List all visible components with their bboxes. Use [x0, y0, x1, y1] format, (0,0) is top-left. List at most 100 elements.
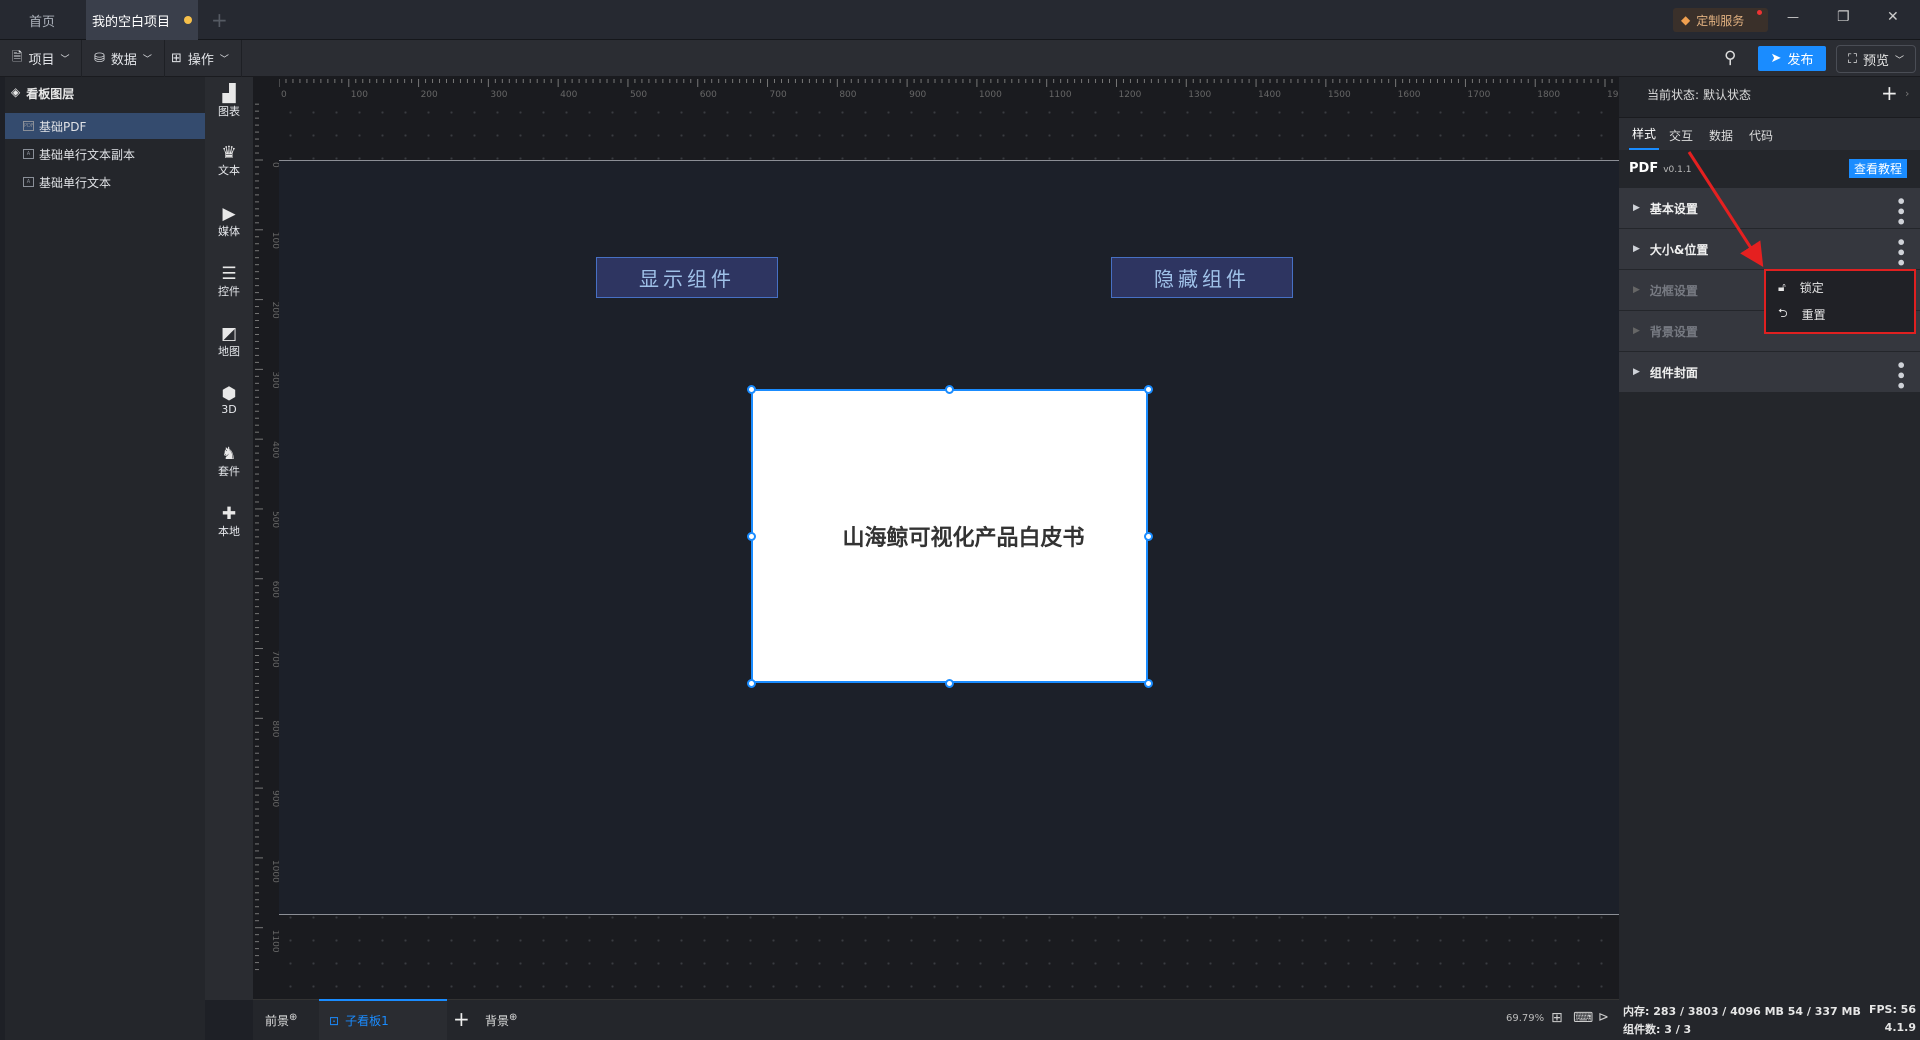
- ruler-label: 1800: [1537, 90, 1560, 100]
- send-icon: ➤: [1770, 51, 1782, 66]
- category-icon: ▟: [222, 84, 236, 104]
- state-row: 当前状态: 默认状态: [1647, 86, 1752, 103]
- search-icon[interactable]: ⚲: [1724, 48, 1736, 68]
- resize-handle[interactable]: [746, 384, 756, 394]
- more-icon[interactable]: •••: [1891, 237, 1910, 268]
- resize-handle[interactable]: [945, 678, 954, 688]
- component-category[interactable]: ☰ 控件: [205, 265, 253, 299]
- chevron-down-icon: ﹀: [142, 55, 152, 65]
- ruler-label: 0: [270, 162, 279, 168]
- layer-item[interactable]: PDF 基础PDF: [5, 113, 205, 139]
- component-category[interactable]: ◩ 地图: [205, 325, 253, 359]
- board-icon: ⊡: [329, 1013, 340, 1028]
- tutorial-button[interactable]: 查看教程: [1849, 159, 1907, 178]
- memory-usage: 内存: 283 / 3803 / 4096 MB 54 / 337 MB: [1623, 1005, 1861, 1018]
- ruler-label: 200: [421, 90, 438, 100]
- more-icon[interactable]: •••: [1891, 360, 1910, 391]
- ruler-label: 1500: [1328, 90, 1351, 100]
- minimize-button[interactable]: —: [1787, 10, 1799, 24]
- menu-project[interactable]: 🗎 项目 ﹀: [0, 40, 83, 77]
- notification-dot: [1757, 10, 1762, 15]
- add-circle-icon[interactable]: ⊕: [289, 1012, 297, 1023]
- bottom-bar: 前景⊕ ⊡ 子看板1 + 背景⊕ 69.79% ⊞ ⌨ ⊳: [253, 999, 1619, 1040]
- ruler-label: 1000: [270, 860, 279, 883]
- tab-interaction[interactable]: 交互: [1669, 127, 1693, 144]
- restore-button[interactable]: ❐: [1837, 9, 1850, 25]
- caret-right-icon: ▶: [1633, 285, 1640, 295]
- ruler-label: 1600: [1398, 90, 1421, 100]
- menu-data[interactable]: ⛁ 数据 ﹀: [82, 40, 165, 77]
- resize-handle[interactable]: [1143, 384, 1153, 394]
- settings-section[interactable]: ▶ 组件封面 •••: [1619, 352, 1920, 392]
- menu-operation[interactable]: ⊞ 操作 ﹀: [159, 40, 242, 77]
- caret-right-icon: ▶: [1633, 203, 1640, 213]
- add-circle-icon[interactable]: ⊕: [509, 1012, 517, 1023]
- resize-handle[interactable]: [1143, 531, 1153, 541]
- properties-panel: 当前状态: 默认状态 + › 样式 交互 数据 代码 PDF v0.1.1 查看教程…: [1619, 77, 1920, 1000]
- custom-service-button[interactable]: ◆ 定制服务: [1673, 8, 1768, 32]
- keyboard-icon[interactable]: ⌨: [1573, 1010, 1593, 1026]
- ruler-label: 900: [270, 790, 279, 807]
- hide-component-button[interactable]: 隐藏组件: [1111, 257, 1293, 298]
- ruler-label: 1700: [1467, 90, 1490, 100]
- ruler-label: 400: [270, 441, 279, 458]
- component-category[interactable]: ▟ 图表: [205, 85, 253, 119]
- settings-section[interactable]: ▶ 大小&位置 •••: [1619, 229, 1920, 269]
- category-icon: ☰: [221, 264, 237, 284]
- ruler-label: 500: [630, 90, 647, 100]
- caret-right-icon: ▶: [1633, 326, 1640, 336]
- preview-button[interactable]: ⛶ 预览 ﹀: [1836, 45, 1916, 73]
- pdf-component[interactable]: 山海鲸可视化产品白皮书: [751, 389, 1148, 683]
- ruler-label: 700: [770, 90, 787, 100]
- ruler-label: 1400: [1258, 90, 1281, 100]
- component-category[interactable]: ⬢ 3D: [205, 385, 253, 416]
- canvas[interactable]: 显示组件 隐藏组件 山海鲸可视化产品白皮书: [279, 101, 1619, 999]
- resize-handle[interactable]: [1143, 678, 1153, 688]
- state-value[interactable]: 默认状态: [1703, 86, 1751, 103]
- publish-button[interactable]: ➤ 发布: [1758, 46, 1826, 71]
- settings-section[interactable]: ▶ 基本设置 •••: [1619, 188, 1920, 228]
- foreground-tab[interactable]: 前景⊕: [265, 1012, 297, 1029]
- zoom-level[interactable]: 69.79%: [1506, 1013, 1544, 1024]
- panel-tabs: 样式 交互 数据 代码: [1619, 118, 1920, 150]
- chevron-right-icon[interactable]: ›: [1905, 87, 1909, 100]
- component-category[interactable]: ▶ 媒体: [205, 205, 253, 239]
- fit-screen-icon[interactable]: ⊞: [1551, 1010, 1563, 1026]
- resize-handle[interactable]: [945, 384, 954, 394]
- tab-code[interactable]: 代码: [1749, 127, 1773, 144]
- tab-project[interactable]: 我的空白项目: [86, 0, 198, 40]
- toolbar: 🗎 项目 ﹀ ⛁ 数据 ﹀ ⊞ 操作 ﹀ ⚲ ➤ 发布 ⛶ 预览 ﹀: [0, 40, 1920, 77]
- resize-handle[interactable]: [746, 678, 756, 688]
- component-category[interactable]: ♛ 文本: [205, 144, 253, 178]
- ruler-label: 200: [270, 302, 279, 319]
- layer-item[interactable]: A 基础单行文本: [5, 169, 205, 195]
- menu-item-lock[interactable]: 🔓︎ 锁定: [1766, 274, 1914, 301]
- chevron-down-icon: ﹀: [1895, 55, 1905, 66]
- show-component-button[interactable]: 显示组件: [596, 257, 778, 298]
- more-icon[interactable]: •••: [1891, 196, 1910, 227]
- tab-home[interactable]: 首页: [0, 0, 84, 40]
- close-button[interactable]: ✕: [1887, 9, 1899, 25]
- component-category[interactable]: ✚ 本地: [205, 505, 253, 539]
- tab-style[interactable]: 样式: [1629, 118, 1659, 150]
- background-tab[interactable]: 背景⊕: [485, 1012, 517, 1029]
- layer-item[interactable]: A 基础单行文本副本: [5, 141, 205, 167]
- layers-icon: ◈: [11, 85, 21, 99]
- add-state-button[interactable]: +: [1881, 81, 1898, 105]
- component-category[interactable]: ♞ 套件: [205, 445, 253, 479]
- context-menu: 🔓︎ 锁定 ⮌ 重置: [1764, 269, 1916, 334]
- diamond-icon: ◆: [1681, 13, 1691, 27]
- category-icon: ⬢: [221, 384, 237, 404]
- new-tab-button[interactable]: +: [211, 8, 228, 32]
- resize-handle[interactable]: [746, 531, 756, 541]
- tab-data[interactable]: 数据: [1709, 127, 1733, 144]
- tab-sub-board[interactable]: ⊡ 子看板1: [319, 999, 447, 1040]
- menu-item-reset[interactable]: ⮌ 重置: [1766, 301, 1914, 328]
- ruler-label: 800: [839, 90, 856, 100]
- unsaved-dot: [184, 16, 192, 24]
- ruler-label: 600: [270, 581, 279, 598]
- ruler-label: 1100: [270, 930, 279, 953]
- terminal-icon[interactable]: ⊳: [1598, 1010, 1609, 1025]
- add-board-button[interactable]: +: [453, 1007, 470, 1031]
- ruler-label: 600: [700, 90, 717, 100]
